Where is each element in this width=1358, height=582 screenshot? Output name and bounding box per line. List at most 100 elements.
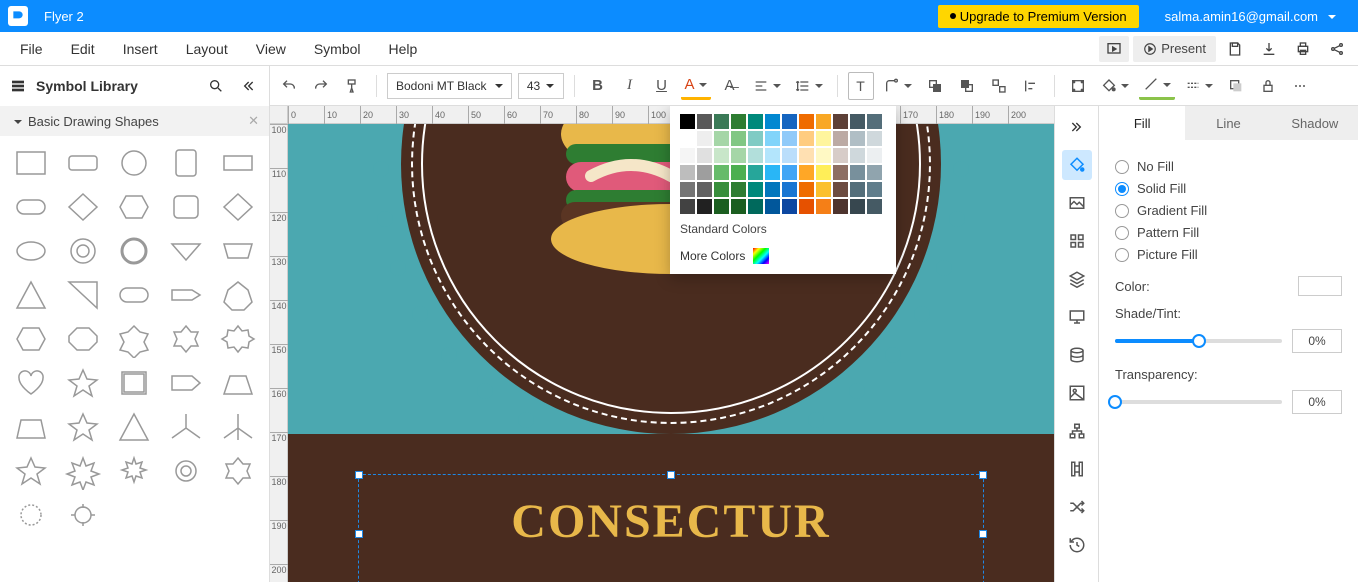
color-swatch[interactable] (748, 182, 763, 197)
shape-item[interactable] (215, 144, 261, 182)
present-button[interactable]: Present (1133, 36, 1216, 62)
shape-item[interactable] (8, 364, 54, 402)
shape-item[interactable] (215, 452, 261, 490)
shape-item[interactable] (60, 144, 106, 182)
shapes-section-header[interactable]: Basic Drawing Shapes ✕ (0, 106, 269, 136)
menu-file[interactable]: File (6, 41, 57, 57)
color-swatch[interactable] (748, 131, 763, 146)
color-swatch[interactable] (714, 148, 729, 163)
color-swatch[interactable] (867, 114, 882, 129)
shape-item[interactable] (60, 364, 106, 402)
crop-button[interactable] (1065, 72, 1091, 100)
shape-item[interactable] (60, 188, 106, 226)
expand-panel-icon[interactable] (1062, 112, 1092, 142)
shape-item[interactable] (60, 232, 106, 270)
color-swatch[interactable] (799, 131, 814, 146)
color-swatch[interactable] (799, 114, 814, 129)
shape-item[interactable] (8, 144, 54, 182)
fill-option[interactable]: Solid Fill (1115, 181, 1342, 196)
strikethrough-button[interactable]: A̶ (717, 72, 743, 100)
shape-item[interactable] (60, 496, 106, 534)
shape-item[interactable] (112, 188, 158, 226)
shape-item[interactable] (215, 408, 261, 446)
shape-item[interactable] (163, 452, 209, 490)
color-swatch[interactable] (782, 148, 797, 163)
color-swatch[interactable] (680, 165, 695, 180)
fill-color-button[interactable] (1097, 72, 1133, 100)
shape-item[interactable] (215, 364, 261, 402)
color-chip[interactable] (1298, 276, 1342, 296)
print-button[interactable] (1288, 36, 1318, 62)
canvas[interactable]: 0102030405060708090100110120130140150160… (270, 106, 1054, 582)
color-swatch[interactable] (714, 182, 729, 197)
color-swatch[interactable] (816, 199, 831, 214)
color-swatch[interactable] (782, 131, 797, 146)
shape-item[interactable] (163, 408, 209, 446)
ruler-tool-icon[interactable] (1062, 454, 1092, 484)
undo-button[interactable] (276, 72, 302, 100)
color-swatch[interactable] (867, 199, 882, 214)
color-swatch[interactable] (833, 114, 848, 129)
color-swatch[interactable] (714, 165, 729, 180)
text-box-button[interactable]: T (848, 72, 874, 100)
color-swatch[interactable] (850, 165, 865, 180)
color-swatch[interactable] (765, 148, 780, 163)
menu-layout[interactable]: Layout (172, 41, 242, 57)
shape-item[interactable] (112, 320, 158, 358)
color-swatch[interactable] (816, 131, 831, 146)
group-button[interactable] (986, 72, 1012, 100)
bring-forward-button[interactable] (922, 72, 948, 100)
color-swatch[interactable] (867, 182, 882, 197)
picture-tool-icon[interactable] (1062, 378, 1092, 408)
shape-item[interactable] (112, 276, 158, 314)
color-swatch[interactable] (867, 131, 882, 146)
image-tool-icon[interactable] (1062, 188, 1092, 218)
user-menu[interactable]: salma.amin16@gmail.com (1151, 9, 1350, 24)
fill-option[interactable]: Picture Fill (1115, 247, 1342, 262)
color-swatch[interactable] (782, 199, 797, 214)
shape-item[interactable] (215, 188, 261, 226)
color-swatch[interactable] (765, 131, 780, 146)
color-swatch[interactable] (833, 148, 848, 163)
grid-tool-icon[interactable] (1062, 226, 1092, 256)
color-swatch[interactable] (799, 165, 814, 180)
menu-view[interactable]: View (242, 41, 300, 57)
color-swatch[interactable] (697, 182, 712, 197)
align-objects-button[interactable] (1018, 72, 1044, 100)
color-swatch[interactable] (833, 165, 848, 180)
shape-item[interactable] (163, 232, 209, 270)
color-swatch[interactable] (680, 148, 695, 163)
fill-option[interactable]: Pattern Fill (1115, 225, 1342, 240)
collapse-sidebar-icon[interactable] (237, 75, 259, 97)
color-swatch[interactable] (680, 114, 695, 129)
shape-item[interactable] (163, 188, 209, 226)
shape-item[interactable] (163, 320, 209, 358)
tab-line[interactable]: Line (1185, 106, 1271, 140)
font-family-select[interactable]: Bodoni MT Black (387, 73, 512, 99)
shape-item[interactable] (8, 496, 54, 534)
shape-item[interactable] (60, 408, 106, 446)
color-swatch[interactable] (731, 114, 746, 129)
transparency-slider[interactable] (1115, 400, 1282, 404)
color-swatch[interactable] (867, 165, 882, 180)
color-swatch[interactable] (731, 199, 746, 214)
shape-item[interactable] (60, 276, 106, 314)
color-swatch[interactable] (782, 182, 797, 197)
color-swatch[interactable] (816, 165, 831, 180)
color-swatch[interactable] (748, 165, 763, 180)
shape-item[interactable] (8, 452, 54, 490)
shape-item[interactable] (8, 276, 54, 314)
shape-item[interactable] (112, 364, 158, 402)
color-swatch[interactable] (816, 148, 831, 163)
fill-tool-icon[interactable] (1062, 150, 1092, 180)
color-swatch[interactable] (697, 148, 712, 163)
color-swatch[interactable] (765, 165, 780, 180)
fill-option[interactable]: Gradient Fill (1115, 203, 1342, 218)
color-swatch[interactable] (850, 182, 865, 197)
line-color-button[interactable] (1139, 72, 1175, 100)
save-button[interactable] (1220, 36, 1250, 62)
download-button[interactable] (1254, 36, 1284, 62)
shape-item[interactable] (8, 320, 54, 358)
send-backward-button[interactable] (954, 72, 980, 100)
shape-item[interactable] (215, 320, 261, 358)
